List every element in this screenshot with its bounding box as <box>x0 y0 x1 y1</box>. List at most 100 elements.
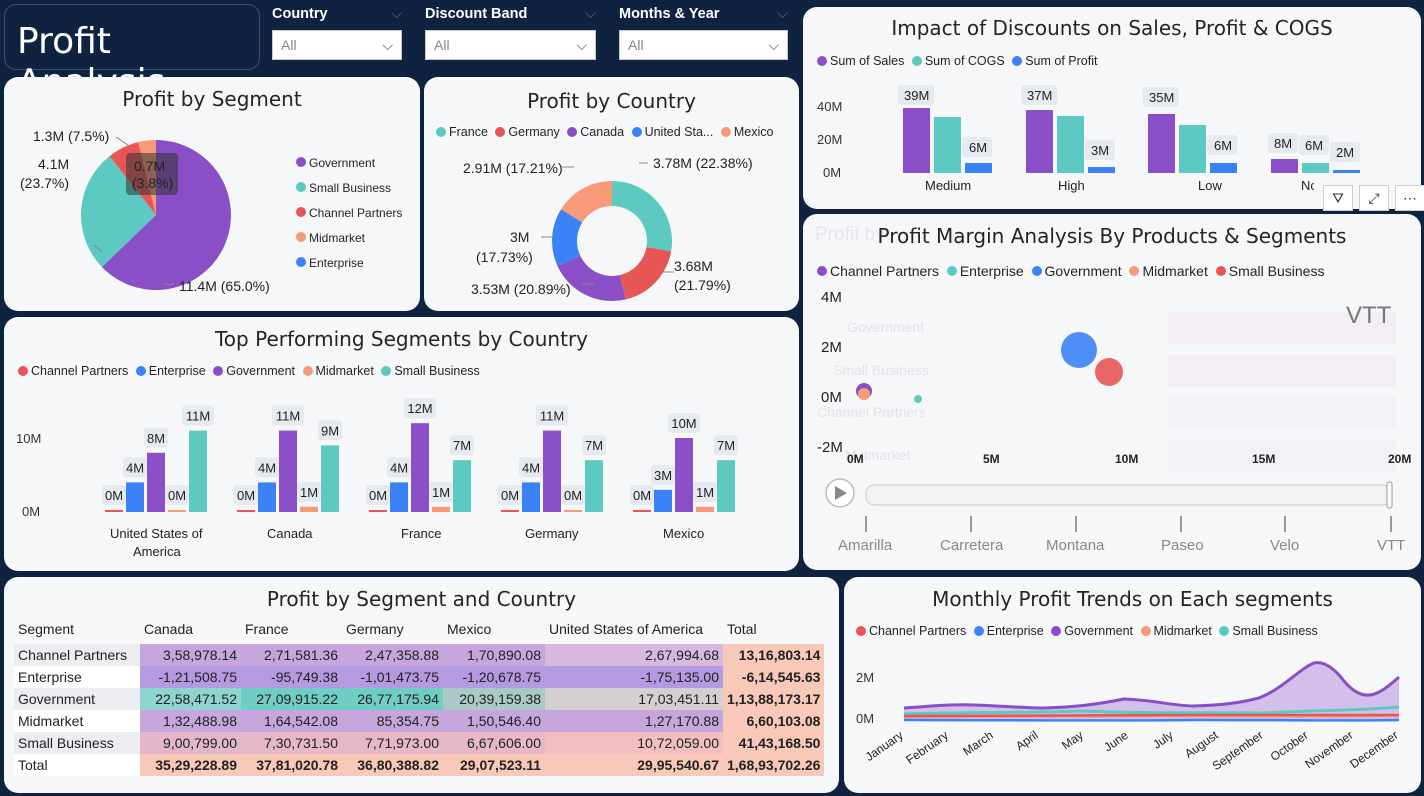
table-cell[interactable]: 35,29,228.89 <box>140 754 241 776</box>
country-donut-chart[interactable]: 3.78M (22.38%) 3.68M (21.79%) 3.53M (20.… <box>424 77 799 311</box>
table-cell[interactable]: 2,71,581.36 <box>241 644 342 666</box>
bar-government[interactable] <box>279 430 297 512</box>
monthly-area-chart[interactable]: 2M 0M JanuaryFebruary March April May June Ju… <box>844 577 1421 793</box>
legend-item[interactable]: Midmarket <box>296 226 402 251</box>
table-cell[interactable]: 22,58,471.52 <box>140 688 241 710</box>
bar-sales[interactable] <box>903 108 930 173</box>
bar-small-business[interactable] <box>321 445 339 512</box>
discount-band-dropdown[interactable]: All ⌵ <box>425 30 596 60</box>
row-header[interactable]: Midmarket <box>14 710 140 732</box>
filter-icon[interactable]: ⛛ <box>1323 185 1353 211</box>
column-header[interactable]: France <box>241 614 342 644</box>
bubble-enterprise[interactable] <box>914 395 922 403</box>
table-cell[interactable]: 6,60,103.08 <box>723 710 825 732</box>
bar-sales[interactable] <box>1271 159 1298 173</box>
table-row[interactable]: Channel Partners 3,58,978.14 2,71,581.36 2,… <box>14 644 825 666</box>
bar-enterprise[interactable] <box>126 482 144 512</box>
segments-by-country-card[interactable]: Top Performing Segments by Country Chann… <box>4 317 799 571</box>
play-axis-label[interactable]: Amarilla <box>838 537 893 554</box>
profit-by-segment-card[interactable]: Profit by Segment 11.4M (65.0%) 4.1M (23… <box>4 77 420 311</box>
table-cell[interactable]: 36,80,388.82 <box>342 754 443 776</box>
bar-government[interactable] <box>543 430 561 512</box>
bar-small-business[interactable] <box>585 460 603 512</box>
bar-small-business[interactable] <box>717 460 735 512</box>
bar-profit[interactable] <box>1333 170 1360 173</box>
column-header[interactable]: Total <box>723 614 824 644</box>
bar-small-business[interactable] <box>189 430 207 512</box>
bar-cogs[interactable] <box>1179 125 1206 173</box>
table-cell[interactable]: -1,01,473.75 <box>342 666 443 688</box>
donut-slice-france[interactable] <box>612 181 673 252</box>
table-cell[interactable]: 2,67,994.68 <box>545 644 723 666</box>
bar-midmarket[interactable] <box>564 510 582 512</box>
country-dropdown[interactable]: All ⌵ <box>272 30 402 60</box>
table-cell[interactable]: 2,47,358.88 <box>342 644 443 666</box>
bar-cogs[interactable] <box>1302 163 1329 173</box>
table-cell[interactable]: 7,71,973.00 <box>342 732 443 754</box>
table-cell[interactable]: 1,64,542.08 <box>241 710 342 732</box>
play-axis-label[interactable]: Velo <box>1270 537 1299 554</box>
bar-midmarket[interactable] <box>300 506 318 512</box>
row-header[interactable]: Channel Partners <box>14 644 140 666</box>
bar-channel-partners[interactable] <box>105 510 123 512</box>
table-row[interactable]: Small Business 9,00,799.00 7,30,731.50 7,71… <box>14 732 825 754</box>
bar-cogs[interactable] <box>934 117 961 173</box>
bar-government[interactable] <box>675 438 693 512</box>
discount-impact-card[interactable]: Impact of Discounts on Sales, Profit & C… <box>803 7 1421 209</box>
table-cell[interactable]: -95,749.38 <box>241 666 342 688</box>
table-cell[interactable]: 20,39,159.38 <box>443 688 545 710</box>
more-options-icon[interactable]: ⋯ <box>1395 185 1424 211</box>
legend-item[interactable]: Channel Partners <box>296 201 402 226</box>
table-cell[interactable]: 1,13,88,173.17 <box>723 688 825 710</box>
discount-bar-chart[interactable]: 40M 20M 0M 39M 6M Medium 37M 3M High 35M… <box>803 7 1421 209</box>
chevron-down-icon[interactable]: ⌵ <box>585 6 596 22</box>
table-cell[interactable]: 1,70,890.08 <box>443 644 545 666</box>
bar-channel-partners[interactable] <box>369 510 387 512</box>
chevron-down-icon[interactable]: ⌵ <box>391 6 402 22</box>
bar-enterprise[interactable] <box>654 489 672 512</box>
bar-enterprise[interactable] <box>390 482 408 512</box>
profit-matrix-table[interactable]: Segment Canada France Germany Mexico Uni… <box>14 614 825 776</box>
column-header[interactable]: Segment <box>14 614 140 644</box>
table-cell[interactable]: 1,27,170.88 <box>545 710 723 732</box>
table-cell[interactable]: 1,50,546.40 <box>443 710 545 732</box>
segments-country-bar-chart[interactable]: 10M 0M 0M4M8M0M11M0M4M11M1M9M0M4M12M1M7M… <box>4 317 799 571</box>
table-cell[interactable]: 27,09,915.22 <box>241 688 342 710</box>
bar-profit[interactable] <box>1088 167 1115 173</box>
table-cell[interactable]: 29,07,523.11 <box>443 754 545 776</box>
table-cell[interactable]: 17,03,451.11 <box>545 688 723 710</box>
bar-government[interactable] <box>147 452 165 512</box>
table-cell[interactable]: 26,77,175.94 <box>342 688 443 710</box>
play-axis-label[interactable]: VTT <box>1377 537 1405 554</box>
bar-channel-partners[interactable] <box>237 510 255 512</box>
table-cell[interactable]: 29,95,540.67 <box>545 754 723 776</box>
bar-government[interactable] <box>411 423 429 512</box>
discount-band-slicer[interactable]: Discount Band ⌵ All ⌵ <box>425 6 596 60</box>
months-year-slicer[interactable]: Months & Year ⌵ All ⌵ <box>619 6 788 60</box>
bar-sales[interactable] <box>1148 114 1175 173</box>
table-cell[interactable]: 41,43,168.50 <box>723 732 825 754</box>
bar-sales[interactable] <box>1026 110 1053 173</box>
country-slicer[interactable]: Country ⌵ All ⌵ <box>272 6 402 60</box>
focus-mode-icon[interactable]: ⤢ <box>1359 185 1389 211</box>
table-cell[interactable]: 1,68,93,702.26 <box>723 754 825 776</box>
donut-slice-germany[interactable] <box>619 247 672 300</box>
table-cell[interactable]: 3,58,978.14 <box>140 644 241 666</box>
row-header[interactable]: Total <box>14 754 140 776</box>
table-cell[interactable]: 6,67,606.00 <box>443 732 545 754</box>
bar-cogs[interactable] <box>1057 116 1084 173</box>
row-header[interactable]: Government <box>14 688 140 710</box>
row-header[interactable]: Small Business <box>14 732 140 754</box>
column-header[interactable]: Mexico <box>443 614 545 644</box>
profit-margin-card[interactable]: Profit by Government Small Business Chan… <box>803 214 1421 570</box>
column-header[interactable]: United States of America <box>545 614 723 644</box>
line-channel-partners[interactable] <box>903 713 1399 718</box>
play-axis-label[interactable]: Carretera <box>940 537 1004 554</box>
column-header[interactable]: Germany <box>342 614 443 644</box>
table-row[interactable]: Total 35,29,228.89 37,81,020.78 36,80,388.8… <box>14 754 825 776</box>
bar-enterprise[interactable] <box>258 482 276 512</box>
table-cell[interactable]: 1,32,488.98 <box>140 710 241 732</box>
table-cell[interactable]: 7,30,731.50 <box>241 732 342 754</box>
table-row[interactable]: Government 22,58,471.52 27,09,915.22 26,77,… <box>14 688 825 710</box>
bar-channel-partners[interactable] <box>501 510 519 512</box>
